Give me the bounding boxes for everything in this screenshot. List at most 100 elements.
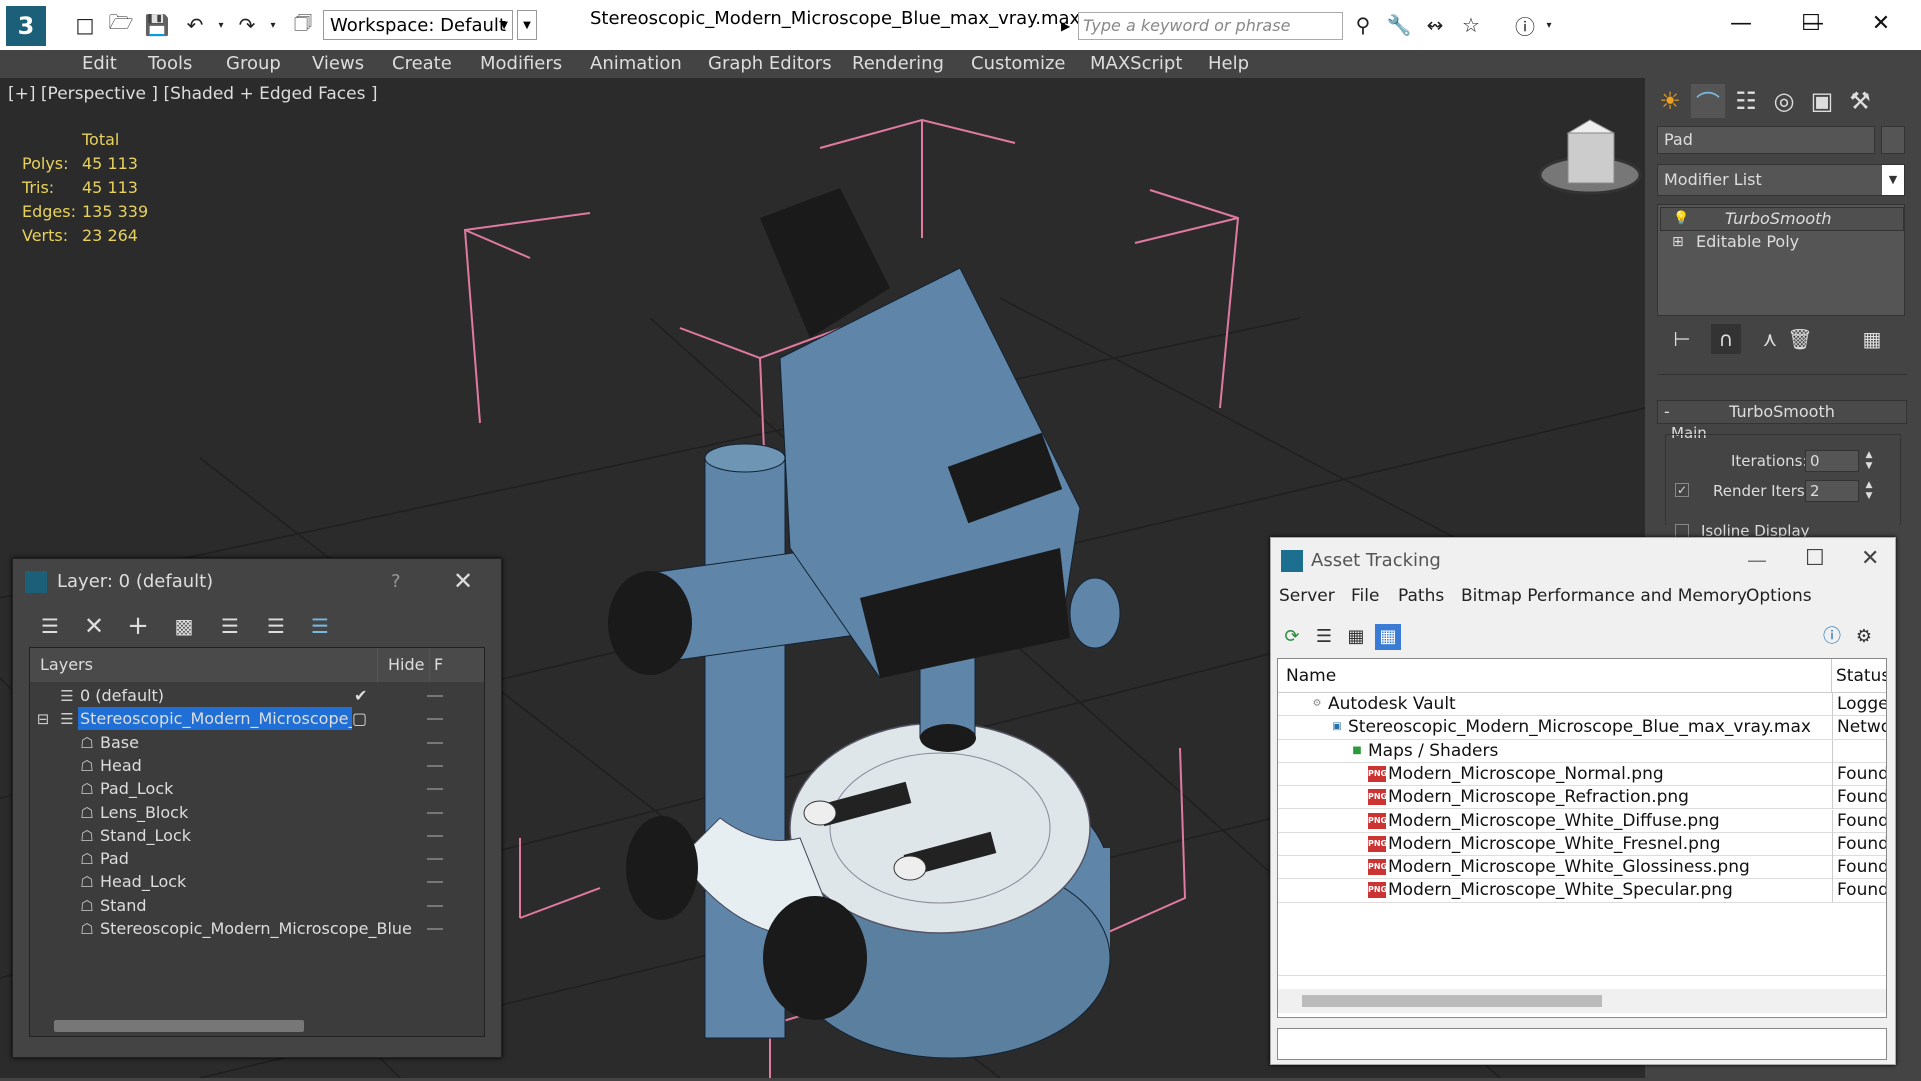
close-button[interactable]: ✕ xyxy=(1856,6,1906,42)
close-button[interactable]: ✕ xyxy=(1861,546,1879,571)
layer-row[interactable]: ☖ Head_Lock xyxy=(30,870,484,893)
layer-row[interactable]: ☖ Head xyxy=(30,754,484,777)
iterations-spinner[interactable]: 0 xyxy=(1805,450,1859,472)
menu-paths[interactable]: Paths xyxy=(1398,586,1444,606)
horizontal-scrollbar-track[interactable] xyxy=(1278,989,1886,1013)
menu-modifiers[interactable]: Modifiers xyxy=(480,50,562,78)
search-expand-icon[interactable]: ▶ xyxy=(1061,12,1075,40)
hide-toggle[interactable] xyxy=(427,788,443,791)
workspace-more-button[interactable]: ▼ xyxy=(517,10,537,40)
menu-group[interactable]: Group xyxy=(226,50,281,78)
menu-graph-editors[interactable]: Graph Editors xyxy=(708,50,832,78)
render-iters-spinner[interactable]: 2 xyxy=(1805,480,1859,502)
column-header-name[interactable]: Name xyxy=(1278,659,1832,693)
layer-row[interactable]: ☖ Base xyxy=(30,731,484,754)
layer-row[interactable]: ⊟ ☰Stereoscopic_Modern_Microscope_Blue▢ xyxy=(30,707,484,731)
new-file-icon[interactable]: □ xyxy=(72,12,98,38)
asset-row[interactable]: PNG Modern_Microscope_Normal.png Found xyxy=(1278,762,1886,787)
make-unique-icon[interactable]: ⋏ xyxy=(1755,324,1785,354)
redo-icon[interactable]: ↷ xyxy=(234,12,260,38)
set-current-layer-icon[interactable]: ▢ xyxy=(352,707,367,730)
layer-row[interactable]: ☖ Stereoscopic_Modern_Microscope_Blue xyxy=(30,917,484,940)
hide-toggle[interactable] xyxy=(427,858,443,861)
wrench-icon[interactable]: 🔧 xyxy=(1386,12,1412,38)
freeze-all-icon[interactable]: ☰ xyxy=(305,611,335,641)
workspace-select[interactable]: Workspace: Default ▼ xyxy=(323,10,513,40)
horizontal-scrollbar[interactable] xyxy=(54,1020,304,1032)
refresh-icon[interactable]: ⟳ xyxy=(1279,624,1305,650)
menu-file[interactable]: File xyxy=(1351,586,1379,606)
column-header-layers[interactable]: Layers xyxy=(30,648,378,682)
hide-toggle[interactable] xyxy=(427,718,443,721)
highlight-layer-icon[interactable]: ☰ xyxy=(215,611,245,641)
menu-rendering[interactable]: Rendering xyxy=(852,50,944,78)
help-settings-icon[interactable]: ⚙ xyxy=(1851,624,1877,650)
search-input[interactable]: Type a keyword or phrase xyxy=(1078,12,1343,40)
viewport-label[interactable]: [+] [Perspective ] [Shaded + Edged Faces… xyxy=(8,84,377,104)
menu-help[interactable]: Help xyxy=(1208,50,1249,78)
object-name-input[interactable]: Pad xyxy=(1657,126,1875,154)
hide-toggle[interactable] xyxy=(427,741,443,744)
show-end-result-icon[interactable]: ∩ xyxy=(1711,324,1741,354)
column-header-hide[interactable]: Hide xyxy=(378,648,430,682)
menu-options[interactable]: Options xyxy=(1746,586,1812,606)
help-icon[interactable]: ⓘ xyxy=(1512,12,1538,39)
app-logo-icon[interactable]: 3 xyxy=(6,6,46,46)
isoline-checkbox[interactable] xyxy=(1675,524,1689,538)
layer-row[interactable]: ☖ Stand xyxy=(30,894,484,917)
hide-toggle[interactable] xyxy=(427,695,443,697)
open-file-icon[interactable]: 🗁 xyxy=(108,10,134,38)
hide-toggle[interactable] xyxy=(427,928,443,930)
table-view-icon[interactable]: ▦ xyxy=(1375,624,1401,650)
modify-tab-arc-icon[interactable]: ⌒ xyxy=(1691,84,1725,118)
modifier-list-dropdown[interactable]: Modifier List ▼ xyxy=(1657,164,1905,196)
asset-row[interactable]: PNG Modern_Microscope_White_Specular.png F… xyxy=(1278,879,1886,903)
utilities-tab-hammer-icon[interactable]: ⚒ xyxy=(1843,84,1877,118)
redo-dropdown-icon[interactable]: ▾ xyxy=(260,12,286,38)
asset-row[interactable]: ■ Maps / Shaders xyxy=(1278,739,1886,763)
menu-server[interactable]: Server xyxy=(1279,586,1335,606)
hide-toggle[interactable] xyxy=(427,881,443,884)
spinner-arrows-icon[interactable]: ▲ ▼ xyxy=(1863,480,1875,502)
asset-row[interactable]: PNG Modern_Microscope_Refraction.png Found xyxy=(1278,786,1886,810)
menu-create[interactable]: Create xyxy=(392,50,452,78)
delete-layer-icon[interactable]: ✕ xyxy=(79,611,109,641)
lightbulb-icon[interactable]: 💡 xyxy=(1673,208,1689,230)
motion-tab-icon[interactable]: ◎ xyxy=(1767,84,1801,118)
help-icon[interactable]: ⓘ xyxy=(1819,624,1845,650)
dialog-title-bar[interactable]: Layer: 0 (default) ? ✕ xyxy=(13,559,501,605)
menu-customize[interactable]: Customize xyxy=(971,50,1065,78)
menu-maxscript[interactable]: MAXScript xyxy=(1090,50,1182,78)
asset-row[interactable]: PNG Modern_Microscope_White_Glossiness.pn… xyxy=(1278,856,1886,880)
minimize-button[interactable]: — xyxy=(1747,548,1767,572)
scrollbar-thumb[interactable] xyxy=(1302,995,1602,1007)
configure-sets-icon[interactable]: ▦ xyxy=(1857,324,1887,354)
layer-row[interactable]: ☰ 0 (default) ✔ xyxy=(30,684,484,707)
stack-item-editable-poly[interactable]: ⊞ Editable Poly xyxy=(1660,231,1902,253)
column-header-freeze[interactable]: F xyxy=(430,648,484,682)
menu-bitmap-performance[interactable]: Bitmap Performance and Memory xyxy=(1461,586,1747,606)
spinner-arrows-icon[interactable]: ▲ ▼ xyxy=(1863,450,1875,472)
help-button[interactable]: ? xyxy=(391,571,401,592)
hierarchy-tab-icon[interactable]: ☷ xyxy=(1729,84,1763,118)
stack-item-turbosmooth[interactable]: 💡 TurboSmooth xyxy=(1660,207,1904,231)
close-icon[interactable]: ✕ xyxy=(453,567,473,595)
layer-row[interactable]: ☖ Pad xyxy=(30,847,484,870)
menu-views[interactable]: Views xyxy=(312,50,364,78)
current-layer-check-icon[interactable]: ✔ xyxy=(354,684,367,707)
asset-row[interactable]: PNG Modern_Microscope_White_Diffuse.png Fo… xyxy=(1278,809,1886,833)
pin-stack-icon[interactable]: ⊢ xyxy=(1667,324,1697,354)
thumbnail-view-icon[interactable]: ▦ xyxy=(1343,624,1369,650)
hide-toggle[interactable] xyxy=(427,811,443,814)
add-to-layer-icon[interactable]: + xyxy=(123,611,153,641)
remove-modifier-icon[interactable]: 🗑 xyxy=(1785,324,1815,354)
layer-row[interactable]: ☖ Pad_Lock xyxy=(30,777,484,800)
project-folder-icon[interactable]: 🗇 xyxy=(290,10,316,38)
minimize-button[interactable]: — xyxy=(1716,6,1766,42)
undo-dropdown-icon[interactable]: ▾ xyxy=(208,12,234,38)
asset-row[interactable]: ▣ Stereoscopic_Modern_Microscope_Blue_max… xyxy=(1278,716,1886,740)
asset-row[interactable]: ⚙ Autodesk Vault Logged xyxy=(1278,693,1886,717)
expand-plus-icon[interactable]: ⊞ xyxy=(1672,231,1684,253)
hide-all-icon[interactable]: ☰ xyxy=(261,611,291,641)
column-header-status[interactable]: Status xyxy=(1832,659,1886,693)
